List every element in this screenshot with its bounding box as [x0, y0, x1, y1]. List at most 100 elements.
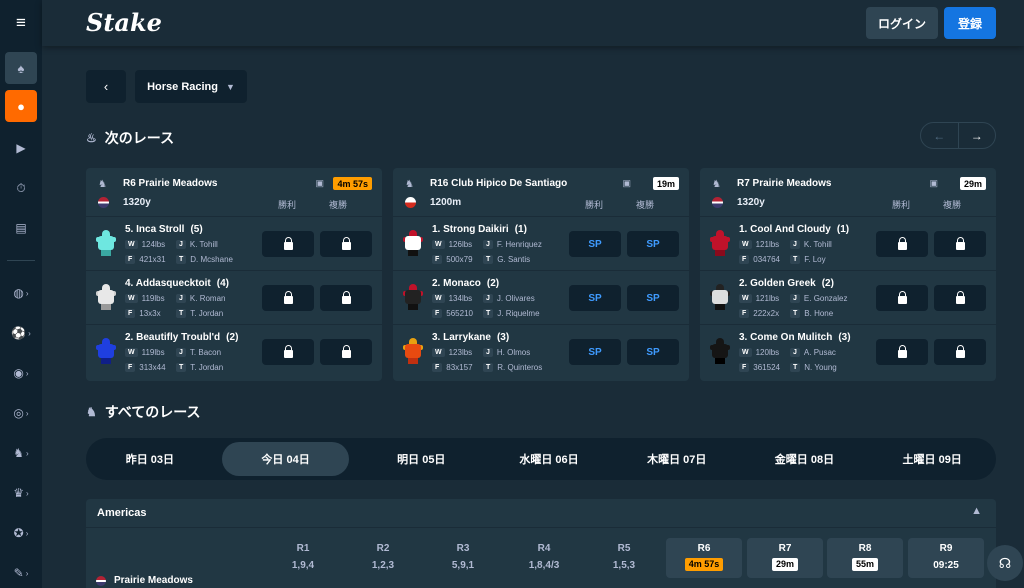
place-odds-button-locked[interactable]: [320, 285, 372, 311]
weight-value: 134lbs: [448, 294, 473, 303]
win-odds-button[interactable]: SP: [569, 231, 621, 257]
race-card-header: ♞ R16 Club Hipico De Santiago ▣ 19m 1200…: [393, 168, 689, 217]
sidebar-item-tennis[interactable]: ◍ ›: [0, 273, 42, 313]
place-odds-button-locked[interactable]: [934, 339, 986, 365]
jockey-key: J: [790, 240, 800, 249]
live-stream-icon: ▣: [622, 178, 631, 188]
win-odds-button[interactable]: SP: [569, 285, 621, 311]
login-button[interactable]: ログイン: [866, 7, 938, 39]
weight-value: 124lbs: [141, 240, 166, 249]
day-tab[interactable]: 今日 04日: [221, 442, 350, 476]
jockey-silk-icon: [403, 338, 423, 364]
place-odds-button[interactable]: SP: [627, 285, 679, 311]
jockey-value: K. Roman: [189, 294, 226, 303]
day-tab[interactable]: 水曜日 06日: [485, 442, 613, 476]
trainer-key: T: [176, 255, 187, 264]
race-column[interactable]: R9 09:25: [908, 538, 984, 578]
runner-trainer: T B. Hone: [790, 309, 833, 318]
pager-prev-button[interactable]: ←: [921, 123, 959, 148]
race-column[interactable]: R3 5,9,1: [425, 538, 501, 578]
sidebar-item-volleyball[interactable]: ◎ ›: [0, 393, 42, 433]
day-tab[interactable]: 昨日 03日: [86, 442, 214, 476]
win-column-label: 勝利: [278, 200, 297, 210]
form-key: F: [739, 309, 750, 318]
trainer-value: J. Riquelme: [497, 309, 540, 318]
race-name: R6 Prairie Meadows: [123, 178, 218, 189]
weight-value: 119lbs: [141, 348, 165, 357]
casino-button[interactable]: ♠: [5, 52, 37, 84]
race-timer-badge: 4m 57s: [684, 558, 724, 571]
runner-row: 3. Larrykane (3) W 123lbs J H. Olmos F 83x15…: [393, 325, 689, 379]
pager-next-button[interactable]: →: [959, 123, 996, 148]
win-odds-button-locked[interactable]: [262, 231, 314, 257]
race-result: 1,8,4/3: [528, 560, 560, 571]
race-column[interactable]: R7 29m: [747, 538, 823, 578]
sidebar-item-promotions[interactable]: ♛ ›: [0, 473, 42, 513]
jockey-key: J: [176, 294, 186, 303]
win-odds-button-locked[interactable]: [262, 285, 314, 311]
horse-icon: ♞: [13, 446, 25, 460]
sport-select[interactable]: Horse Racing ▼: [135, 70, 247, 103]
place-odds-button-locked[interactable]: [320, 231, 372, 257]
sports-button[interactable]: ●: [5, 90, 37, 122]
runner-trainer: T R. Quinteros: [483, 363, 542, 372]
runner-name: 4. Addasquecktoit (4): [125, 278, 229, 289]
win-odds-button[interactable]: SP: [569, 339, 621, 365]
live-link[interactable]: ▶: [0, 128, 42, 168]
track-name[interactable]: Prairie Meadows: [96, 575, 193, 586]
race-column[interactable]: R5 1,5,3: [586, 538, 662, 578]
race-result: 5,9,1: [451, 560, 475, 571]
stake-logo[interactable]: Stake: [86, 8, 162, 37]
post-position: (5): [190, 224, 203, 235]
trainer-value: N. Young: [804, 363, 837, 372]
starting-soon-link[interactable]: ⏱: [0, 168, 42, 208]
win-odds-button-locked[interactable]: [876, 231, 928, 257]
runner-row: 1. Cool And Cloudy (1) W 121lbs J K. Tohill…: [700, 217, 996, 271]
race-card[interactable]: ♞ R6 Prairie Meadows ▣ 4m 57s 1320y 勝利 複…: [86, 168, 382, 381]
runner-trainer: T T. Jordan: [176, 309, 223, 318]
place-odds-button-locked[interactable]: [934, 231, 986, 257]
jockey-value: K. Tohill: [803, 240, 832, 249]
sidebar-item-horse-racing[interactable]: ♞ ›: [0, 433, 42, 473]
win-odds-button-locked[interactable]: [876, 339, 928, 365]
weight-value: 123lbs: [448, 348, 473, 357]
trainer-value: G. Santis: [497, 255, 531, 264]
sidebar-item-language[interactable]: ✎ ›: [0, 553, 42, 588]
race-column[interactable]: R2 1,2,3: [345, 538, 421, 578]
region-header[interactable]: Americas ▲: [86, 499, 996, 528]
race-card[interactable]: ♞ R16 Club Hipico De Santiago ▣ 19m 1200…: [393, 168, 689, 381]
win-odds-button-locked[interactable]: [262, 339, 314, 365]
back-button[interactable]: ‹: [86, 70, 126, 103]
day-tab[interactable]: 金曜日 08日: [741, 442, 869, 476]
win-odds-button-locked[interactable]: [876, 285, 928, 311]
race-column[interactable]: R8 55m: [827, 538, 903, 578]
day-tab[interactable]: 土曜日 09日: [868, 442, 996, 476]
race-distance: 1320y: [123, 197, 151, 208]
place-odds-button-locked[interactable]: [934, 285, 986, 311]
chevron-right-icon: ›: [25, 568, 29, 578]
chevron-right-icon: ›: [25, 408, 29, 418]
day-tab[interactable]: 明日 05日: [357, 442, 485, 476]
race-column[interactable]: R6 4m 57s: [666, 538, 742, 578]
place-odds-button[interactable]: SP: [627, 231, 679, 257]
arrow-left-icon: ←: [933, 128, 946, 143]
place-odds-button-locked[interactable]: [320, 339, 372, 365]
sidebar-item-soccer[interactable]: ⚽ ›: [0, 313, 42, 353]
sidebar-item-basketball[interactable]: ◉ ›: [0, 353, 42, 393]
weight-key: W: [739, 348, 752, 357]
place-odds-button[interactable]: SP: [627, 339, 679, 365]
weight-key: W: [432, 240, 445, 249]
jockey-key: J: [483, 240, 493, 249]
race-result: 1,5,3: [612, 560, 636, 571]
jockey-silk-icon: [403, 284, 423, 310]
race-card[interactable]: ♞ R7 Prairie Meadows ▣ 29m 1320y 勝利 複勝 1…: [700, 168, 996, 381]
race-column[interactable]: R4 1,8,4/3: [506, 538, 582, 578]
race-column[interactable]: R1 1,9,4: [265, 538, 341, 578]
register-button[interactable]: 登録: [944, 7, 996, 39]
menu-toggle[interactable]: ≡: [0, 0, 42, 46]
day-tab[interactable]: 木曜日 07日: [613, 442, 741, 476]
support-chat-button[interactable]: ☊: [987, 545, 1023, 581]
runner-trainer: T D. Mcshane: [176, 255, 233, 264]
sidebar-item-vip[interactable]: ✪ ›: [0, 513, 42, 553]
bet-slip-link[interactable]: ▤: [0, 208, 42, 248]
